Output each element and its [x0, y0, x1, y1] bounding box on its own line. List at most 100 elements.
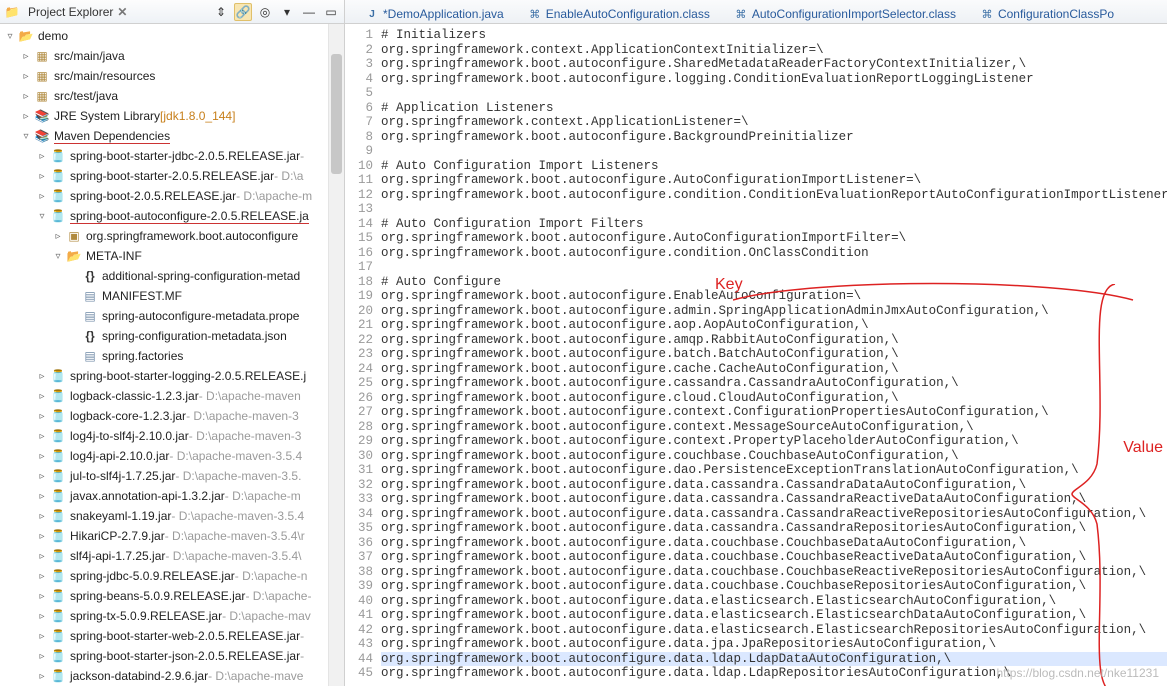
tree-item-label: JRE System Library [54, 109, 160, 123]
twisty-icon[interactable]: ▹ [36, 550, 48, 562]
folder-open-icon: 📂 [66, 248, 82, 264]
tree-item[interactable]: ▿📚Maven Dependencies [0, 126, 344, 146]
tree-item[interactable]: ▹🫙jackson-databind-2.9.6.jar - D:\apache… [0, 666, 344, 686]
tree-item[interactable]: ▹▦src/test/java [0, 86, 344, 106]
twisty-icon[interactable]: ▹ [36, 670, 48, 682]
library-icon: 📚 [34, 108, 50, 124]
twisty-icon[interactable]: ▹ [36, 590, 48, 602]
editor-tab[interactable]: J*DemoApplication.java [357, 5, 512, 23]
twisty-icon[interactable]: ▹ [36, 490, 48, 502]
explorer-scrollbar[interactable] [328, 24, 344, 686]
tree-item[interactable]: ▹🫙spring-tx-5.0.9.RELEASE.jar - D:\apach… [0, 606, 344, 626]
tree-item[interactable]: ▹🫙jul-to-slf4j-1.7.25.jar - D:\apache-ma… [0, 466, 344, 486]
twisty-icon[interactable]: ▹ [36, 430, 48, 442]
close-icon[interactable]: ✕ [117, 5, 127, 19]
tree-item[interactable]: ▹🫙log4j-to-slf4j-2.10.0.jar - D:\apache-… [0, 426, 344, 446]
twisty-icon[interactable] [68, 270, 80, 282]
tree-item[interactable]: ▹🫙javax.annotation-api-1.3.2.jar - D:\ap… [0, 486, 344, 506]
tree-item[interactable]: ▿📂META-INF [0, 246, 344, 266]
tree-item[interactable]: {}additional-spring-configuration-metad [0, 266, 344, 286]
tree-item[interactable]: ▹🫙spring-beans-5.0.9.RELEASE.jar - D:\ap… [0, 586, 344, 606]
tree-item[interactable]: ▤spring-autoconfigure-metadata.prope [0, 306, 344, 326]
jar-icon: 🫙 [50, 548, 66, 564]
tree-item[interactable]: ▹🫙spring-boot-starter-2.0.5.RELEASE.jar … [0, 166, 344, 186]
twisty-icon[interactable]: ▹ [20, 50, 32, 62]
twisty-icon[interactable]: ▹ [36, 410, 48, 422]
tree-item-suffix: - D:\apache-maven-3.5. [175, 469, 301, 483]
twisty-icon[interactable]: ▹ [36, 510, 48, 522]
scrollbar-thumb[interactable] [331, 54, 342, 174]
twisty-icon[interactable] [68, 330, 80, 342]
explorer-toolbar: ⇕ 🔗 ◎ ▾ — ▭ [212, 3, 340, 21]
code-area[interactable]: 1234567891011121314151617181920212223242… [345, 24, 1167, 686]
twisty-icon[interactable]: ▹ [36, 470, 48, 482]
twisty-icon[interactable] [68, 290, 80, 302]
twisty-icon[interactable]: ▿ [36, 210, 48, 222]
twisty-icon[interactable]: ▹ [36, 610, 48, 622]
link-editor-icon[interactable]: 🔗 [234, 3, 252, 21]
editor-tab[interactable]: ⌘AutoConfigurationImportSelector.class [726, 5, 964, 23]
twisty-icon[interactable]: ▹ [36, 570, 48, 582]
tree-item[interactable]: ▹🫙spring-boot-starter-json-2.0.5.RELEASE… [0, 646, 344, 666]
twisty-icon[interactable]: ▿ [20, 130, 32, 142]
twisty-icon[interactable]: ▹ [36, 390, 48, 402]
tree-item[interactable]: ▿🫙spring-boot-autoconfigure-2.0.5.RELEAS… [0, 206, 344, 226]
twisty-icon[interactable]: ▿ [52, 250, 64, 262]
explorer-icon: 📁 [4, 4, 20, 20]
tree-item[interactable]: ▤MANIFEST.MF [0, 286, 344, 306]
twisty-icon[interactable]: ▹ [20, 70, 32, 82]
tree-item-suffix: - D:\apache-maven [199, 389, 301, 403]
tree-item[interactable]: ▹🫙snakeyaml-1.19.jar - D:\apache-maven-3… [0, 506, 344, 526]
tree-item[interactable]: ▹🫙HikariCP-2.7.9.jar - D:\apache-maven-3… [0, 526, 344, 546]
tree-item[interactable]: ▹🫙spring-jdbc-5.0.9.RELEASE.jar - D:\apa… [0, 566, 344, 586]
twisty-icon[interactable]: ▹ [36, 170, 48, 182]
minimize-icon[interactable]: — [300, 3, 318, 21]
tree-item[interactable]: ▿📂demo [0, 26, 344, 46]
tree-item-suffix: - [300, 629, 304, 643]
tree-item[interactable]: ▹🫙spring-boot-2.0.5.RELEASE.jar - D:\apa… [0, 186, 344, 206]
twisty-icon[interactable]: ▹ [36, 190, 48, 202]
twisty-icon[interactable] [68, 350, 80, 362]
twisty-icon[interactable]: ▹ [36, 370, 48, 382]
tree-item[interactable]: {}spring-configuration-metadata.json [0, 326, 344, 346]
twisty-icon[interactable]: ▹ [36, 150, 48, 162]
tree-item[interactable]: ▹🫙logback-core-1.2.3.jar - D:\apache-mav… [0, 406, 344, 426]
tree-item[interactable]: ▹▦src/main/java [0, 46, 344, 66]
tree-item-suffix: - D:\apache-maven-3.5.4 [171, 509, 304, 523]
collapse-all-icon[interactable]: ⇕ [212, 3, 230, 21]
tree-item[interactable]: ▹▦src/main/resources [0, 66, 344, 86]
editor-tab[interactable]: ⌘ConfigurationClassPo [972, 5, 1122, 23]
tree-item[interactable]: ▹🫙logback-classic-1.2.3.jar - D:\apache-… [0, 386, 344, 406]
maximize-icon[interactable]: ▭ [322, 3, 340, 21]
code-content[interactable]: # Initializersorg.springframework.contex… [379, 24, 1167, 686]
tree-item-label: log4j-api-2.10.0.jar [70, 449, 169, 463]
twisty-icon[interactable]: ▹ [36, 650, 48, 662]
tree-item[interactable]: ▹🫙slf4j-api-1.7.25.jar - D:\apache-maven… [0, 546, 344, 566]
tree-item-label: spring-boot-starter-jdbc-2.0.5.RELEASE.j… [70, 149, 300, 163]
tree-item[interactable]: ▹🫙log4j-api-2.10.0.jar - D:\apache-maven… [0, 446, 344, 466]
pkg-folder-icon: ▦ [34, 48, 50, 64]
tree-item-suffix: - D:\apache-m [236, 189, 312, 203]
tree-item[interactable]: ▤spring.factories [0, 346, 344, 366]
twisty-icon[interactable]: ▿ [4, 30, 16, 42]
tree-item[interactable]: ▹🫙spring-boot-starter-logging-2.0.5.RELE… [0, 366, 344, 386]
focus-task-icon[interactable]: ◎ [256, 3, 274, 21]
editor-tab[interactable]: ⌘EnableAutoConfiguration.class [520, 5, 718, 23]
twisty-icon[interactable] [68, 310, 80, 322]
tree-item-label: spring-tx-5.0.9.RELEASE.jar [70, 609, 222, 623]
twisty-icon[interactable]: ▹ [36, 450, 48, 462]
tree-item[interactable]: ▹▣org.springframework.boot.autoconfigure [0, 226, 344, 246]
editor-tabs[interactable]: J*DemoApplication.java ⌘EnableAutoConfigu… [345, 0, 1167, 24]
tree-item-label: spring-boot-starter-web-2.0.5.RELEASE.ja… [70, 629, 300, 643]
tree-item[interactable]: ▹🫙spring-boot-starter-jdbc-2.0.5.RELEASE… [0, 146, 344, 166]
twisty-icon[interactable]: ▹ [36, 530, 48, 542]
twisty-icon[interactable]: ▹ [52, 230, 64, 242]
jar-icon: 🫙 [50, 488, 66, 504]
twisty-icon[interactable]: ▹ [20, 110, 32, 122]
twisty-icon[interactable]: ▹ [36, 630, 48, 642]
project-tree[interactable]: ▿📂demo▹▦src/main/java▹▦src/main/resource… [0, 26, 344, 686]
view-menu-icon[interactable]: ▾ [278, 3, 296, 21]
tree-item[interactable]: ▹🫙spring-boot-starter-web-2.0.5.RELEASE.… [0, 626, 344, 646]
tree-item[interactable]: ▹📚JRE System Library [jdk1.8.0_144] [0, 106, 344, 126]
twisty-icon[interactable]: ▹ [20, 90, 32, 102]
